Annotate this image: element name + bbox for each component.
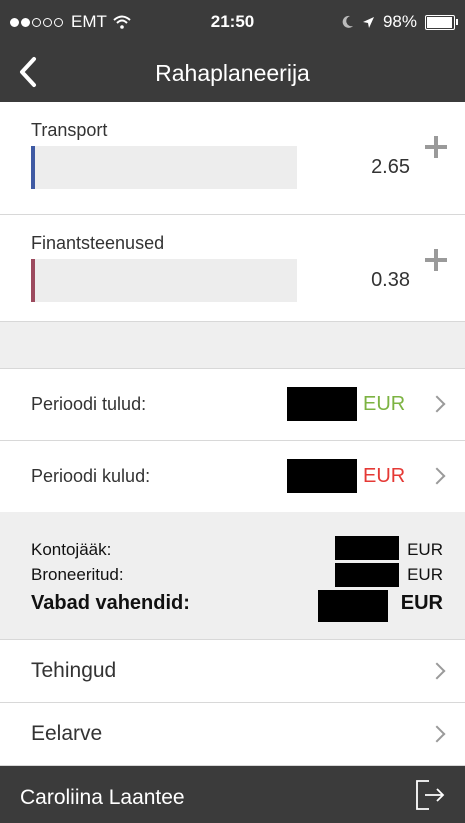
plus-icon[interactable] [425,136,447,158]
category-row-transport[interactable]: Transport 2.65 [0,102,465,215]
plus-icon[interactable] [425,249,447,271]
redacted-free-funds [318,590,388,622]
period-income-row[interactable]: Perioodi tulud: EUR [0,369,465,441]
category-bar [31,146,297,189]
menu-item-tehingud[interactable]: Tehingud [0,640,465,703]
menu-item-label: Eelarve [31,722,103,745]
chevron-right-icon [428,662,446,680]
period-expenses-label: Perioodi kulud: [31,466,151,486]
period-expenses-row[interactable]: Perioodi kulud: EUR [0,441,465,513]
user-name: Caroliina Laantee [20,786,185,809]
category-value: 0.38 [371,269,410,291]
location-arrow-icon [362,16,374,28]
reserved-label: Broneeritud: [31,565,124,584]
redacted-amount [287,459,357,493]
logout-icon[interactable] [413,778,447,812]
free-funds-currency: EUR [400,592,443,614]
category-name: Finantsteenused [31,233,165,253]
reserved-currency: EUR [407,565,443,584]
balance-currency: EUR [407,540,443,559]
status-right: 98% [342,12,458,32]
chevron-right-icon [428,725,446,743]
category-bar [31,259,297,302]
status-bar: EMT 21:50 98% [0,0,465,42]
period-expenses-currency: EUR [363,465,406,487]
redacted-amount [287,387,357,421]
redacted-balance [335,536,399,560]
chevron-right-icon [428,467,446,485]
redacted-reserved [335,563,399,587]
category-bar-indicator [31,146,35,189]
period-income-label: Perioodi tulud: [31,394,147,414]
moon-icon [342,15,353,28]
menu-item-label: Tehingud [31,659,117,682]
period-income-currency: EUR [363,393,406,415]
category-row-finantsteenused[interactable]: Finantsteenused 0.38 [0,215,465,322]
account-summary: Kontojääk: EUR Broneeritud: EUR Vabad va… [0,512,465,640]
category-name: Transport [31,120,108,140]
free-funds-label: Vabad vahendid: [31,592,190,614]
section-spacer [0,322,465,369]
navigation-bar: Rahaplaneerija [0,42,465,102]
battery-percent: 98% [382,12,417,31]
category-value: 2.65 [371,156,410,178]
category-bar-indicator [31,259,35,302]
footer-bar: Caroliina Laantee [0,766,465,823]
menu-item-eelarve[interactable]: Eelarve [0,703,465,766]
page-title: Rahaplaneerija [155,60,310,86]
balance-label: Kontojääk: [31,540,112,559]
chevron-right-icon [428,395,446,413]
battery-icon [425,14,458,30]
